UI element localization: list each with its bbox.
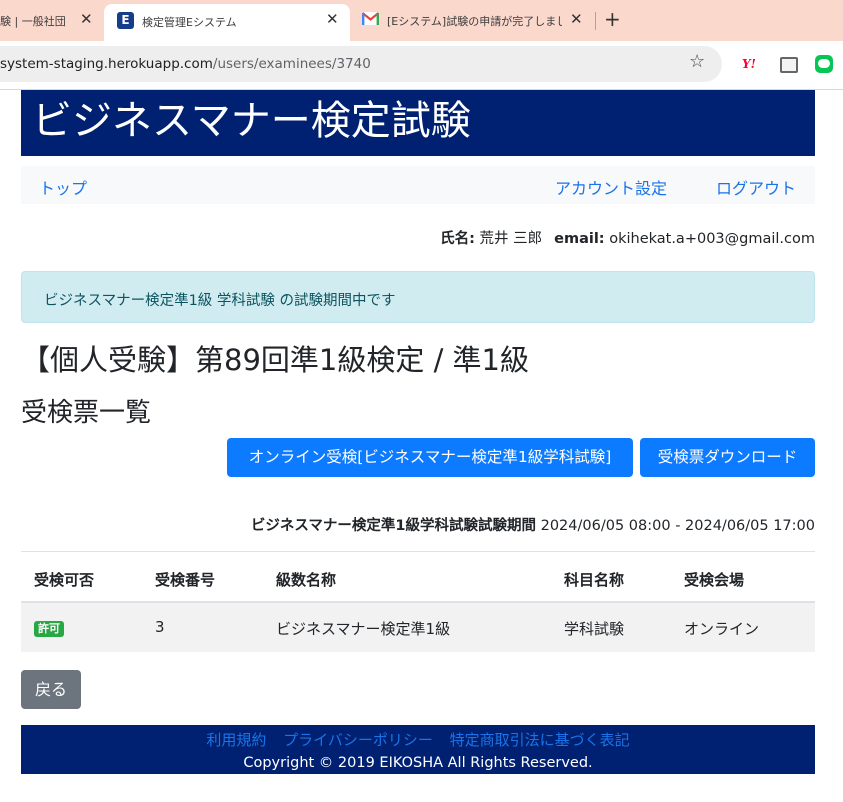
name-label: 氏名: xyxy=(440,231,475,247)
browser-toolbar: system-staging.herokuapp.com/users/exami… xyxy=(0,41,843,90)
address-bar[interactable]: system-staging.herokuapp.com/users/exami… xyxy=(0,46,722,82)
exam-period-label: ビジネスマナー検定準1級学科試験試験期間 xyxy=(250,518,536,534)
column-header-grade: 級数名称 xyxy=(276,571,337,589)
new-tab-button[interactable]: + xyxy=(604,9,621,29)
exam-period: ビジネスマナー検定準1級学科試験試験期間 2024/06/05 08:00 - … xyxy=(251,514,815,535)
close-tab-icon[interactable]: ✕ xyxy=(326,12,339,27)
alert-text: ビジネスマナー検定準1級 学科試験 の試験期間中です xyxy=(44,293,396,309)
exam-period-value: 2024/06/05 08:00 - 2024/06/05 17:00 xyxy=(540,518,815,534)
site-title: ビジネスマナー検定試験 xyxy=(32,98,471,144)
extension-window-icon[interactable] xyxy=(780,57,798,73)
subject-name-cell: 学科試験 xyxy=(564,620,625,638)
user-name: 荒井 三郎 xyxy=(479,231,543,247)
browser-tab-bar: 験 | 一般社団 ✕ E 検定管理Eシステム ✕ [Eシステム]試験の申請が完了… xyxy=(0,0,843,41)
exam-period-alert: ビジネスマナー検定準1級 学科試験 の試験期間中です xyxy=(21,271,815,323)
table-row: 許可 3 ビジネスマナー検定準1級 学科試験 オンライン xyxy=(21,603,815,652)
user-email: okihekat.a+003@gmail.com xyxy=(609,231,815,247)
nav-account-settings-link[interactable]: アカウント設定 xyxy=(555,175,667,199)
column-header-status: 受検可否 xyxy=(34,571,95,589)
gmail-icon xyxy=(362,12,379,25)
url-path: /users/examinees/3740 xyxy=(212,56,371,72)
exam-number-cell: 3 xyxy=(155,618,165,636)
email-label: email: xyxy=(554,231,605,247)
ticket-list-heading: 受検票一覧 xyxy=(21,398,152,428)
nav-top-link[interactable]: トップ xyxy=(39,175,87,199)
line-extension-icon[interactable] xyxy=(815,55,833,73)
tab-divider xyxy=(595,12,596,30)
yahoo-extension-icon[interactable]: Y! xyxy=(742,57,760,73)
grade-name-cell: ビジネスマナー検定準1級 xyxy=(276,620,451,638)
browser-tab[interactable]: 験 | 一般社団 ✕ xyxy=(0,0,104,41)
bookmark-star-icon[interactable]: ☆ xyxy=(689,53,705,71)
footer-links: 利用規約 プライバシーポリシー 特定商取引法に基づく表記 xyxy=(21,729,815,750)
tab-title: 験 | 一般社団 xyxy=(0,14,66,28)
site-header: ビジネスマナー検定試験 xyxy=(21,90,815,156)
online-exam-button[interactable]: オンライン受検[ビジネスマナー検定準1級学科試験] xyxy=(227,438,633,477)
site-favicon-icon: E xyxy=(117,12,134,29)
privacy-policy-link[interactable]: プライバシーポリシー xyxy=(283,731,433,749)
user-info: 氏名: 荒井 三郎 email: okihekat.a+003@gmail.com xyxy=(440,227,815,248)
browser-tab-active[interactable]: E 検定管理Eシステム ✕ xyxy=(104,4,350,41)
navbar: トップ アカウント設定 ログアウト xyxy=(21,166,815,204)
nav-logout-link[interactable]: ログアウト xyxy=(716,175,796,199)
tab-title: 検定管理Eシステム xyxy=(142,16,237,29)
column-header-venue: 受検会場 xyxy=(684,571,745,589)
copyright-text: Copyright © 2019 EIKOSHA All Rights Rese… xyxy=(243,755,593,771)
terms-link[interactable]: 利用規約 xyxy=(206,731,266,749)
status-badge: 許可 xyxy=(34,621,64,637)
venue-cell: オンライン xyxy=(684,620,760,638)
url-host: system-staging.herokuapp.com xyxy=(0,56,213,72)
back-button[interactable]: 戻る xyxy=(21,670,81,709)
close-tab-icon[interactable]: ✕ xyxy=(570,12,583,27)
url-text: system-staging.herokuapp.com/users/exami… xyxy=(0,56,371,72)
site-footer: 利用規約 プライバシーポリシー 特定商取引法に基づく表記 Copyright ©… xyxy=(21,725,815,774)
column-header-number: 受検番号 xyxy=(155,571,216,589)
commercial-law-link[interactable]: 特定商取引法に基づく表記 xyxy=(450,731,630,749)
exam-heading: 【個人受験】第89回準1級検定 / 準1級 xyxy=(21,343,530,377)
column-header-subject: 科目名称 xyxy=(564,571,625,589)
ticket-table: 受検可否 受検番号 級数名称 科目名称 受検会場 許可 3 ビジネスマナー検定準… xyxy=(21,551,815,652)
browser-tab[interactable]: [Eシステム]試験の申請が完了しまし ✕ xyxy=(350,0,595,41)
ticket-download-button[interactable]: 受検票ダウンロード xyxy=(640,438,815,477)
table-header: 受検可否 受検番号 級数名称 科目名称 受検会場 xyxy=(21,551,815,603)
tab-title: [Eシステム]試験の申請が完了しまし xyxy=(387,15,562,28)
close-tab-icon[interactable]: ✕ xyxy=(80,12,93,27)
